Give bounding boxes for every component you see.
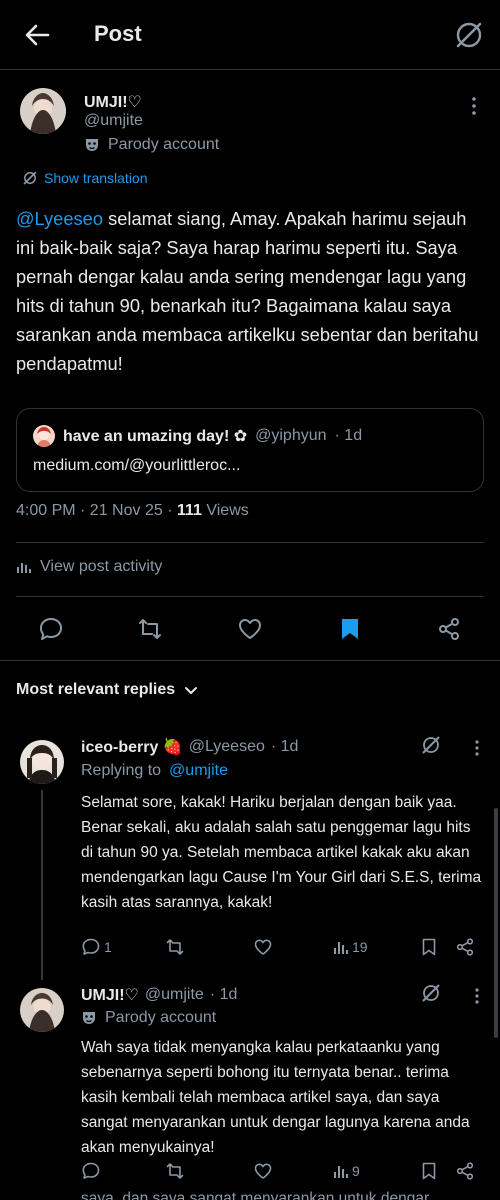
post-timestamp: 4:00 PM · 21 Nov 25 · xyxy=(16,502,177,519)
reply-header: UMJI!♡ @umjite · 1d xyxy=(81,985,237,1005)
mask-icon xyxy=(84,137,100,153)
views-count: 9 xyxy=(352,1163,360,1179)
analytics-icon xyxy=(333,939,349,955)
author-avatar[interactable] xyxy=(20,88,66,134)
quoted-author-name: have an umazing day! ✿ xyxy=(63,428,248,445)
scrollbar[interactable] xyxy=(494,808,498,1038)
views-count: 111 xyxy=(176,502,202,519)
reply-button[interactable] xyxy=(81,1160,104,1182)
reply-author-name[interactable]: UMJI!♡ xyxy=(81,985,139,1005)
reply-button[interactable]: 1 xyxy=(81,936,112,958)
author-handle[interactable]: @umjite xyxy=(84,112,143,130)
author-name[interactable]: UMJI!♡ xyxy=(84,92,142,112)
show-translation-link[interactable]: Show translation xyxy=(22,170,148,186)
grok-icon[interactable] xyxy=(452,18,486,52)
view-post-activity-link[interactable]: View post activity xyxy=(16,558,162,576)
quoted-post-card[interactable]: have an umazing day! ✿ @yiphyun · 1d med… xyxy=(16,408,484,492)
repost-icon[interactable] xyxy=(165,936,185,958)
reply-header: iceo-berry 🍓 @Lyeeseo · 1d xyxy=(81,737,298,757)
partially-visible-text: saya, dan saya sangat menyarankan untuk … xyxy=(81,1190,442,1200)
parody-label-row: Parody account xyxy=(84,136,219,154)
grok-icon[interactable] xyxy=(420,982,442,1004)
reply-author-handle[interactable]: @Lyeeseo xyxy=(189,738,265,756)
bookmark-icon[interactable] xyxy=(337,616,363,642)
like-icon[interactable] xyxy=(253,936,273,958)
post-text: @Lyeeseo selamat siang, Amay. Apakah har… xyxy=(16,204,486,378)
views-button[interactable]: 9 xyxy=(333,1160,360,1182)
chevron-down-icon xyxy=(183,682,199,698)
reply-icon[interactable] xyxy=(38,616,64,642)
replies-sort-dropdown[interactable]: Most relevant replies xyxy=(16,681,199,699)
share-icon[interactable] xyxy=(436,616,462,642)
back-arrow-icon[interactable] xyxy=(22,20,52,50)
more-options-icon[interactable] xyxy=(468,736,486,760)
quoted-author-handle: @yiphyun xyxy=(255,427,327,444)
like-icon[interactable] xyxy=(237,616,263,642)
views-count: 19 xyxy=(352,939,368,955)
grok-icon xyxy=(22,170,38,186)
reply-action-bar: 1 19 xyxy=(81,936,491,960)
more-options-icon[interactable] xyxy=(468,984,486,1008)
repost-icon[interactable] xyxy=(137,616,163,642)
thread-connector xyxy=(41,790,43,980)
reply-author-avatar[interactable] xyxy=(20,988,64,1032)
divider xyxy=(16,542,484,543)
reply-icon xyxy=(81,937,101,957)
reply-text: Wah saya tidak menyangka kalau perkataan… xyxy=(81,1039,470,1156)
quoted-author-avatar xyxy=(33,425,55,447)
share-icon[interactable] xyxy=(455,1160,475,1182)
show-translation-label: Show translation xyxy=(44,170,148,186)
reply-text: Selamat sore, kakak! Hariku berjalan den… xyxy=(81,794,482,911)
bookmark-icon[interactable] xyxy=(419,936,439,958)
reply-author-handle[interactable]: @umjite xyxy=(145,986,204,1004)
reply-action-bar: 9 xyxy=(81,1160,491,1184)
replying-to-prefix: Replying to xyxy=(81,762,162,779)
bookmark-icon[interactable] xyxy=(419,1160,439,1182)
view-post-activity-label: View post activity xyxy=(40,558,163,575)
replying-to-row: Replying to @umjite xyxy=(81,762,228,780)
divider xyxy=(16,596,484,597)
replies-sort-label: Most relevant replies xyxy=(16,681,176,698)
divider xyxy=(0,660,500,661)
replying-to-mention[interactable]: @umjite xyxy=(169,762,228,780)
reply-author-name[interactable]: iceo-berry 🍓 xyxy=(81,737,183,757)
views-label: Views xyxy=(201,502,249,519)
like-icon[interactable] xyxy=(253,1160,273,1182)
quoted-post-time: · 1d xyxy=(334,427,363,444)
repost-icon[interactable] xyxy=(165,1160,185,1182)
mask-icon xyxy=(81,1010,97,1026)
quoted-post-link[interactable]: medium.com/@yourlittleroc... xyxy=(33,457,240,475)
reply-author-avatar[interactable] xyxy=(20,740,64,784)
reply-time: · 1d xyxy=(209,986,238,1003)
post-action-bar xyxy=(0,604,500,654)
analytics-icon xyxy=(333,1163,349,1179)
parody-label: Parody account xyxy=(108,136,220,153)
post-body-text: selamat siang, Amay. Apakah harimu sejau… xyxy=(16,208,479,374)
parody-label: Parody account xyxy=(105,1009,217,1026)
analytics-icon xyxy=(16,559,32,575)
parody-label-row: Parody account xyxy=(81,1009,216,1027)
mention-link[interactable]: @Lyeeseo xyxy=(16,208,103,229)
reply-time: · 1d xyxy=(270,738,299,755)
reply-icon xyxy=(81,1161,101,1181)
top-bar: Post xyxy=(0,0,500,70)
grok-icon[interactable] xyxy=(420,734,442,756)
more-options-icon[interactable] xyxy=(462,92,486,120)
reply-count: 1 xyxy=(104,939,112,955)
share-icon[interactable] xyxy=(455,936,475,958)
quoted-post-header: have an umazing day! ✿ @yiphyun · 1d xyxy=(33,425,362,447)
views-button[interactable]: 19 xyxy=(333,936,368,958)
post-meta: 4:00 PM · 21 Nov 25 · 111 Views xyxy=(16,502,249,520)
page-title: Post xyxy=(94,21,142,46)
